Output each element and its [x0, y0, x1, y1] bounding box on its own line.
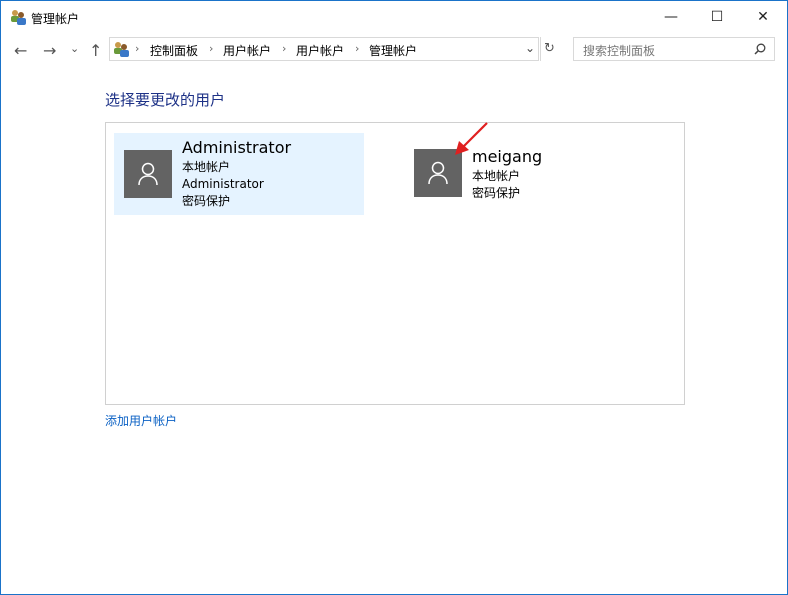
account-group: Administrator	[182, 177, 264, 191]
account-type: 本地帐户	[182, 160, 231, 174]
user-icon	[428, 161, 448, 185]
title-bar: 管理帐户 — ☐ ✕	[1, 1, 787, 33]
account-name: Administrator	[182, 138, 292, 157]
minimize-button[interactable]: —	[648, 1, 694, 32]
accounts-panel: Administrator 本地帐户 Administrator 密码保护 me…	[105, 122, 685, 405]
user-icon	[138, 162, 158, 186]
divider	[540, 37, 541, 61]
refresh-button[interactable]: ↻	[544, 41, 555, 56]
account-type: 本地帐户	[472, 169, 521, 183]
password-status: 密码保护	[472, 186, 521, 200]
breadcrumb-item[interactable]: 控制面板	[150, 42, 198, 59]
close-button[interactable]: ✕	[740, 1, 786, 32]
account-administrator[interactable]: Administrator 本地帐户 Administrator 密码保护	[114, 133, 364, 215]
chevron-right-icon[interactable]: ›	[282, 42, 286, 55]
user-avatar	[124, 150, 172, 198]
password-status: 密码保护	[182, 194, 231, 208]
add-user-account-link[interactable]: 添加用户帐户	[105, 412, 177, 429]
up-button[interactable]: ↑	[89, 41, 102, 60]
recent-locations-button[interactable]: ⌄	[70, 42, 79, 55]
users-icon	[11, 10, 26, 25]
chevron-down-icon[interactable]: ⌄	[525, 41, 535, 55]
account-meigang[interactable]: meigang 本地帐户 密码保护	[404, 133, 654, 215]
breadcrumb-item[interactable]: 用户帐户	[296, 42, 344, 59]
chevron-right-icon[interactable]: ›	[209, 42, 213, 55]
maximize-button[interactable]: ☐	[694, 1, 740, 32]
users-icon	[114, 42, 129, 57]
forward-button[interactable]: →	[43, 41, 56, 60]
back-button[interactable]: ←	[14, 41, 27, 60]
breadcrumb-item[interactable]: 管理帐户	[369, 42, 417, 59]
search-input[interactable]: 搜索控制面板	[573, 37, 775, 61]
address-bar[interactable]: › 控制面板 › 用户帐户 › 用户帐户 › 管理帐户 ⌄ ↻	[109, 37, 555, 61]
chevron-right-icon: ›	[135, 42, 140, 55]
search-icon[interactable]	[754, 43, 766, 55]
window-title: 管理帐户	[31, 12, 80, 26]
search-placeholder: 搜索控制面板	[583, 44, 656, 58]
page-heading: 选择要更改的用户	[105, 91, 226, 109]
red-arrow-annotation	[455, 122, 488, 155]
chevron-right-icon[interactable]: ›	[355, 42, 359, 55]
breadcrumb-item[interactable]: 用户帐户	[223, 42, 271, 59]
